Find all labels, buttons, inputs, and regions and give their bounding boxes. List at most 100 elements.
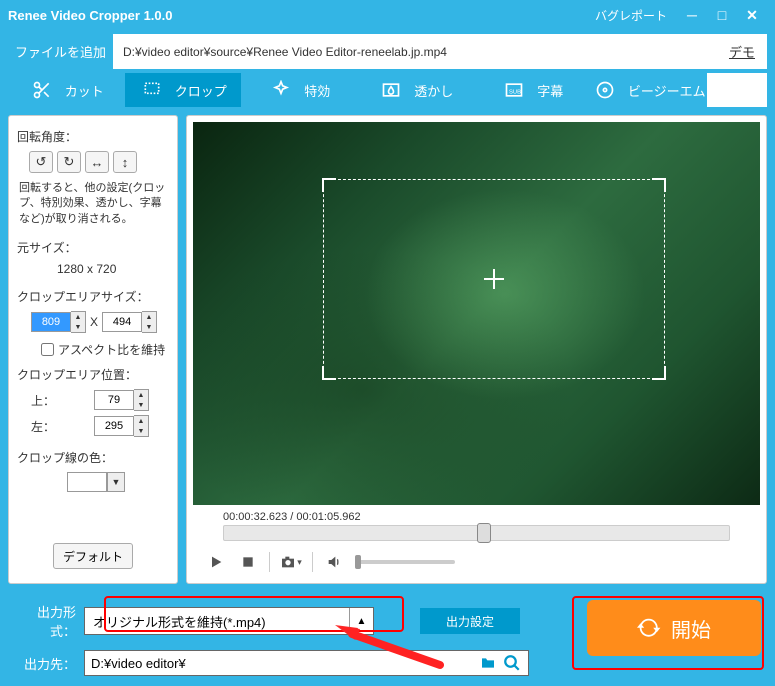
snapshot-button[interactable]: ▾ [280,551,302,573]
output-format-value: オリジナル形式を維持(*.mp4) [93,612,266,631]
down-arrow-icon[interactable]: ▼ [142,322,156,332]
bug-report-link[interactable]: バグレポート [595,7,667,24]
search-button[interactable] [501,652,523,674]
seek-handle[interactable] [477,523,491,543]
titlebar: Renee Video Cropper 1.0.0 バグレポート ─ □ ✕ [0,0,775,30]
bottom-bar: 出力形式： オリジナル形式を維持(*.mp4) ▲ 出力設定 開始 出力先： D… [0,592,775,686]
magic-icon [268,80,294,100]
tab-label: クロップ [175,81,227,100]
tab-bar: カット クロップ 特効 透かし SUB 字幕 ビージーエム [8,73,767,107]
color-swatch [67,472,107,492]
down-arrow-icon[interactable]: ▼ [134,426,148,436]
add-file-button[interactable]: ファイルを追加 [8,34,113,69]
close-button[interactable]: ✕ [737,4,767,26]
up-arrow-icon[interactable]: ▲ [142,312,156,322]
crop-handle-br[interactable] [652,366,666,380]
refresh-icon [637,616,661,640]
output-path-field[interactable]: D:¥video editor¥ [84,650,529,676]
down-arrow-icon[interactable]: ▼ [134,400,148,410]
flip-horizontal-button[interactable]: ↔ [85,151,109,173]
start-label: 開始 [671,614,711,643]
crop-color-label: クロップ線の色： [17,449,169,466]
output-path-label: 出力先： [14,654,76,673]
aspect-ratio-label: アスペクト比を維持 [58,341,165,358]
flip-vertical-button[interactable]: ↕ [113,151,137,173]
crop-size-label: クロップエリアサイズ： [17,288,169,305]
up-arrow-icon[interactable]: ▲ [134,416,148,426]
volume-slider[interactable] [355,560,455,564]
svg-text:SUB: SUB [509,89,521,95]
crop-top-stepper[interactable]: ▲▼ [94,389,149,411]
app-title: Renee Video Cropper 1.0.0 [8,8,173,23]
tab-label: 透かし [414,81,453,100]
crop-handle-tr[interactable] [652,178,666,192]
separator [269,552,270,572]
settings-panel: 回転角度： ↺ ↻ ↔ ↕ 回転すると、他の設定(クロップ、特別効果、透かし、字… [8,115,178,584]
tab-label: カット [65,81,104,100]
default-button[interactable]: デフォルト [53,543,133,569]
crop-center-icon [484,269,504,289]
file-row: ファイルを追加 D:¥video editor¥source¥Renee Vid… [8,34,767,69]
tab-label: 字幕 [537,81,563,100]
tab-effect[interactable]: 特効 [241,73,358,107]
file-path: D:¥video editor¥source¥Renee Video Edito… [113,45,717,59]
video-preview[interactable] [193,122,760,505]
minimize-button[interactable]: ─ [677,4,707,26]
output-format-select[interactable]: オリジナル形式を維持(*.mp4) ▲ [84,607,374,635]
timecode: 00:00:32.623 / 00:01:05.962 [193,505,760,525]
scissors-icon [29,80,55,100]
up-arrow-icon[interactable]: ▲ [134,390,148,400]
tab-crop[interactable]: クロップ [125,73,242,107]
crop-position-label: クロップエリア位置： [17,366,169,383]
stop-button[interactable] [237,551,259,573]
volume-handle[interactable] [355,555,361,569]
rotation-note: 回転すると、他の設定(クロップ、特別効果、透かし、字幕など)が取り消される。 [17,181,169,227]
play-button[interactable] [205,551,227,573]
top-label: 上： [31,392,55,409]
crop-width-input[interactable] [31,312,71,332]
demo-link[interactable]: デモ [717,42,767,61]
crop-height-stepper[interactable]: ▲▼ [102,311,157,333]
crop-handle-bl[interactable] [322,366,336,380]
tab-cut[interactable]: カット [8,73,125,107]
rotation-angle-label: 回転角度： [17,128,169,145]
x-separator: X [90,315,98,329]
crop-top-input[interactable] [94,390,134,410]
crop-width-stepper[interactable]: ▲▼ [31,311,86,333]
tab-bgm[interactable]: ビージーエム [591,73,708,107]
aspect-ratio-checkbox[interactable] [41,343,54,356]
maximize-button[interactable]: □ [707,4,737,26]
separator [312,552,313,572]
output-path-value: D:¥video editor¥ [91,656,186,671]
tab-subtitle[interactable]: SUB 字幕 [474,73,591,107]
down-arrow-icon[interactable]: ▼ [71,322,85,332]
crop-left-input[interactable] [94,416,134,436]
start-button[interactable]: 開始 [587,600,761,656]
tab-spacer [707,73,767,107]
chevron-up-icon: ▲ [349,608,373,634]
rotate-ccw-button[interactable]: ↺ [29,151,53,173]
disc-icon [592,80,618,100]
output-settings-button[interactable]: 出力設定 [420,608,520,634]
original-size-label: 元サイズ： [17,239,169,256]
up-arrow-icon[interactable]: ▲ [71,312,85,322]
left-label: 左： [31,418,55,435]
rotate-cw-button[interactable]: ↻ [57,151,81,173]
tab-label: ビージーエム [628,81,706,100]
volume-button[interactable] [323,551,345,573]
tab-label: 特効 [304,81,330,100]
seek-bar[interactable] [223,525,730,541]
crop-height-input[interactable] [102,312,142,332]
crop-icon [139,80,165,100]
output-format-label: 出力形式： [14,602,76,640]
tab-watermark[interactable]: 透かし [358,73,475,107]
crop-handle-tl[interactable] [322,178,336,192]
original-size-value: 1280 x 720 [17,262,169,276]
drop-icon [378,80,404,100]
browse-folder-button[interactable] [477,652,499,674]
color-picker-button[interactable]: ▼ [107,472,125,492]
crop-left-stepper[interactable]: ▲▼ [94,415,149,437]
subtitle-icon: SUB [501,80,527,100]
crop-rectangle[interactable] [323,179,665,379]
preview-panel: 00:00:32.623 / 00:01:05.962 ▾ [186,115,767,584]
